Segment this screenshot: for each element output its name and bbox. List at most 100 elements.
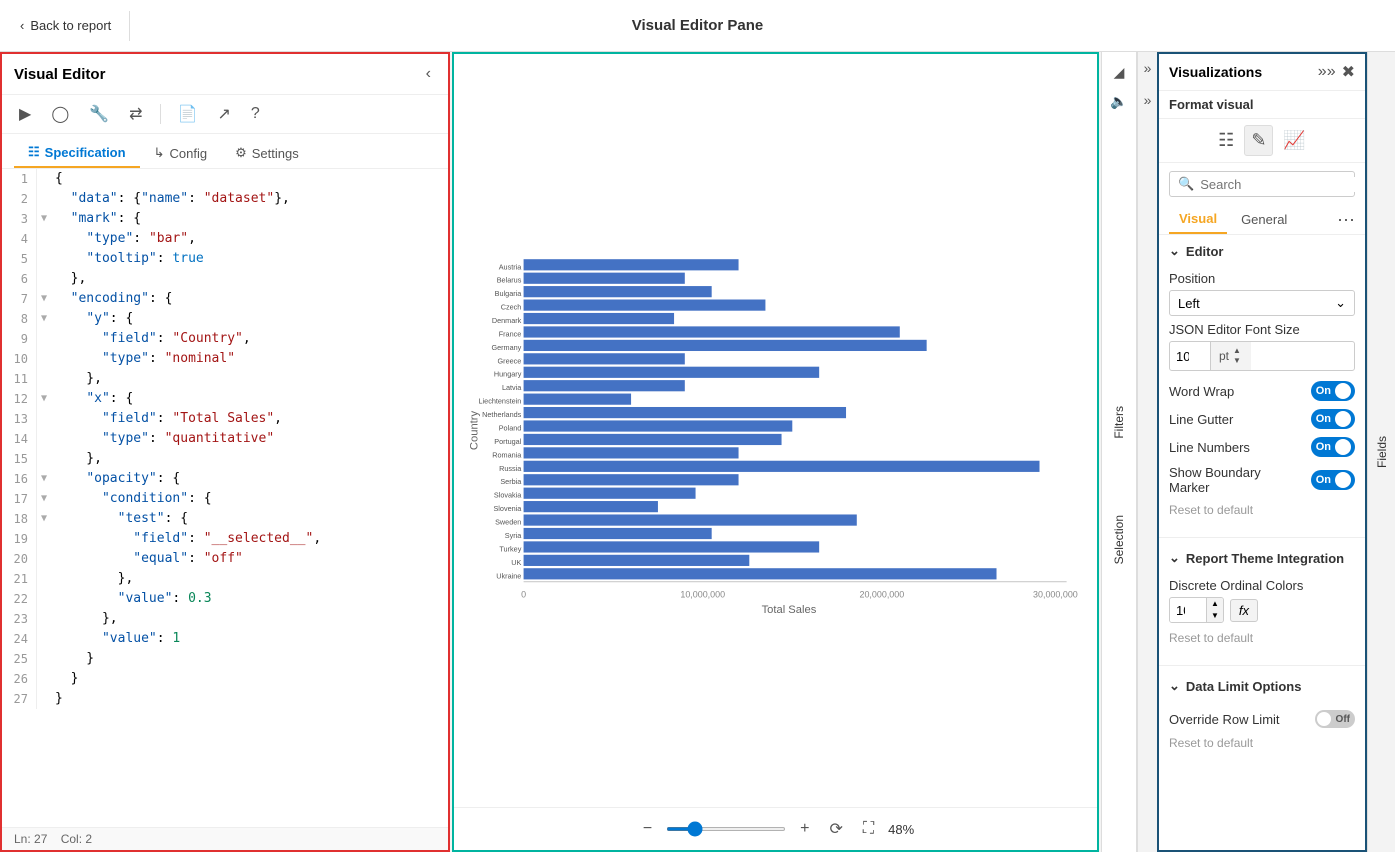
line-content: "mark": { (51, 209, 141, 229)
show-boundary-marker-toggle[interactable]: On (1311, 470, 1355, 490)
fold-icon[interactable]: ▼ (37, 289, 51, 309)
bar-label: Liechtenstein (479, 397, 522, 406)
word-wrap-toggle[interactable]: On (1311, 381, 1355, 401)
line-content: } (51, 649, 94, 669)
fold-icon[interactable]: ▼ (37, 209, 51, 229)
override-row-limit-toggle[interactable]: Off (1315, 710, 1355, 728)
theme-reset-link[interactable]: Reset to default (1169, 627, 1355, 653)
zoom-in-button[interactable]: + (794, 817, 815, 841)
viz-icon-row: ☷ ✎ 📈 (1159, 119, 1365, 163)
line-content: }, (51, 269, 86, 289)
viz-more-icon[interactable]: ⋯ (1337, 211, 1355, 229)
editor-reset-link[interactable]: Reset to default (1169, 499, 1355, 525)
line-content: } (51, 669, 78, 689)
line-gutter-label: Line Gutter (1169, 412, 1233, 427)
visual-editor-pane: Visual Editor ‹ ▶ ◯ 🔧 ⇄ 📄 ↗ ? ☷ Specific… (0, 52, 450, 852)
datalimit-reset-link[interactable]: Reset to default (1169, 732, 1355, 758)
chart-container: Country AustriaBelarusBulgariaCzechDenma… (462, 62, 1089, 799)
fold-icon[interactable]: ▼ (37, 469, 51, 489)
filters-label[interactable]: Filters (1110, 398, 1128, 447)
selection-label[interactable]: Selection (1110, 507, 1128, 572)
line-number: 5 (2, 249, 37, 269)
bar-label: Serbia (500, 477, 522, 486)
tab-general[interactable]: General (1231, 206, 1297, 233)
tab-visual[interactable]: Visual (1169, 205, 1227, 234)
line-numbers-toggle[interactable]: On (1311, 437, 1355, 457)
fit-button[interactable]: ⛶ (857, 817, 880, 841)
fold-icon[interactable]: ▼ (37, 509, 51, 529)
fx-button[interactable]: fx (1230, 599, 1258, 622)
font-size-up[interactable]: ▲ (1231, 346, 1243, 356)
col-status: Col: 2 (61, 832, 92, 846)
zoom-slider[interactable] (666, 827, 786, 831)
fold-icon[interactable]: ▼ (37, 309, 51, 329)
tab-specification[interactable]: ☷ Specification (14, 138, 140, 168)
section-theme-header[interactable]: ⌄ Report Theme Integration (1159, 542, 1365, 574)
line-content: "test": { (51, 509, 188, 529)
collapse-left-button[interactable]: » (1138, 52, 1157, 84)
code-editor[interactable]: 1{2 "data": {"name": "dataset"},3▼ "mark… (2, 169, 448, 827)
fold-icon[interactable]: ▼ (37, 389, 51, 409)
wrench-button[interactable]: 🔧 (84, 101, 114, 127)
share-button[interactable]: ↗ (212, 101, 235, 127)
line-content: "type": "quantitative" (51, 429, 274, 449)
back-label: Back to report (30, 18, 111, 33)
line-number: 23 (2, 609, 37, 629)
section-editor-header[interactable]: ⌄ Editor (1159, 235, 1365, 267)
override-row-limit-prop: Override Row Limit Off (1169, 706, 1355, 732)
collapse-right-button[interactable]: » (1138, 84, 1157, 116)
fields-tab[interactable]: Fields (1367, 52, 1395, 852)
code-line: 13 "field": "Total Sales", (2, 409, 448, 429)
line-content: } (51, 689, 63, 709)
bar (524, 474, 739, 485)
config-icon: ↳ (154, 145, 165, 161)
zoom-out-button[interactable]: − (637, 817, 658, 841)
font-size-prop: JSON Editor Font Size 10 pt ▲ ▼ (1169, 322, 1355, 371)
back-button[interactable]: ‹ Back to report (12, 14, 119, 37)
line-number: 19 (2, 529, 37, 549)
page-title: Visual Editor Pane (632, 17, 763, 34)
debug-button[interactable]: ◯ (46, 101, 74, 127)
show-boundary-marker-prop: Show Boundary Marker On (1169, 461, 1355, 499)
discrete-down[interactable]: ▼ (1207, 610, 1223, 622)
bar (524, 367, 820, 378)
run-button[interactable]: ▶ (14, 101, 36, 127)
editor-collapse-button[interactable]: ‹ (421, 62, 436, 86)
line-content: "field": "__selected__", (51, 529, 321, 549)
filters-selection-panel: ◢ 🔈 Filters Selection (1101, 52, 1137, 852)
font-size-down[interactable]: ▼ (1231, 356, 1243, 366)
zoom-reset-button[interactable]: ⟳ (824, 816, 849, 842)
line-content: }, (51, 369, 102, 389)
bar (524, 434, 782, 445)
viz-expand-button[interactable]: »» (1318, 62, 1336, 82)
position-dropdown[interactable]: Left ⌄ (1169, 290, 1355, 316)
search-input[interactable] (1200, 177, 1367, 192)
fold-icon[interactable]: ▼ (37, 489, 51, 509)
discrete-colors-input[interactable]: 10 (1170, 599, 1206, 622)
tab-config[interactable]: ↳ Config (140, 138, 221, 168)
settings-icon: ⚙ (235, 145, 247, 161)
filter-icon-button[interactable]: ◢ (1110, 60, 1129, 85)
bar-label: Romania (492, 450, 522, 459)
spec-icon: ☷ (28, 144, 40, 160)
bar-label: Denmark (492, 316, 522, 325)
code-line: 12▼ "x": { (2, 389, 448, 409)
line-content: "tooltip": true (51, 249, 204, 269)
viz-table-icon[interactable]: ☷ (1212, 126, 1240, 155)
tab-settings[interactable]: ⚙ Settings (221, 138, 313, 168)
font-size-input[interactable]: 10 (1170, 345, 1210, 368)
fold-icon (37, 569, 51, 589)
help-button[interactable]: ? (246, 102, 265, 126)
section-datalimit-header[interactable]: ⌄ Data Limit Options (1159, 670, 1365, 702)
line-numbers-prop: Line Numbers On (1169, 433, 1355, 461)
format-button[interactable]: ⇄ (124, 101, 147, 127)
viz-paint-icon[interactable]: ✎ (1244, 125, 1273, 156)
viz-close-button[interactable]: ✖ (1342, 62, 1355, 82)
viz-analytics-icon[interactable]: 📈 (1277, 126, 1311, 155)
doc-button[interactable]: 📄 (173, 101, 203, 127)
discrete-up[interactable]: ▲ (1207, 598, 1223, 610)
line-gutter-toggle[interactable]: On (1311, 409, 1355, 429)
format-visual-label: Format visual (1159, 91, 1365, 119)
line-content: "value": 0.3 (51, 589, 212, 609)
speaker-icon-button[interactable]: 🔈 (1106, 89, 1131, 114)
